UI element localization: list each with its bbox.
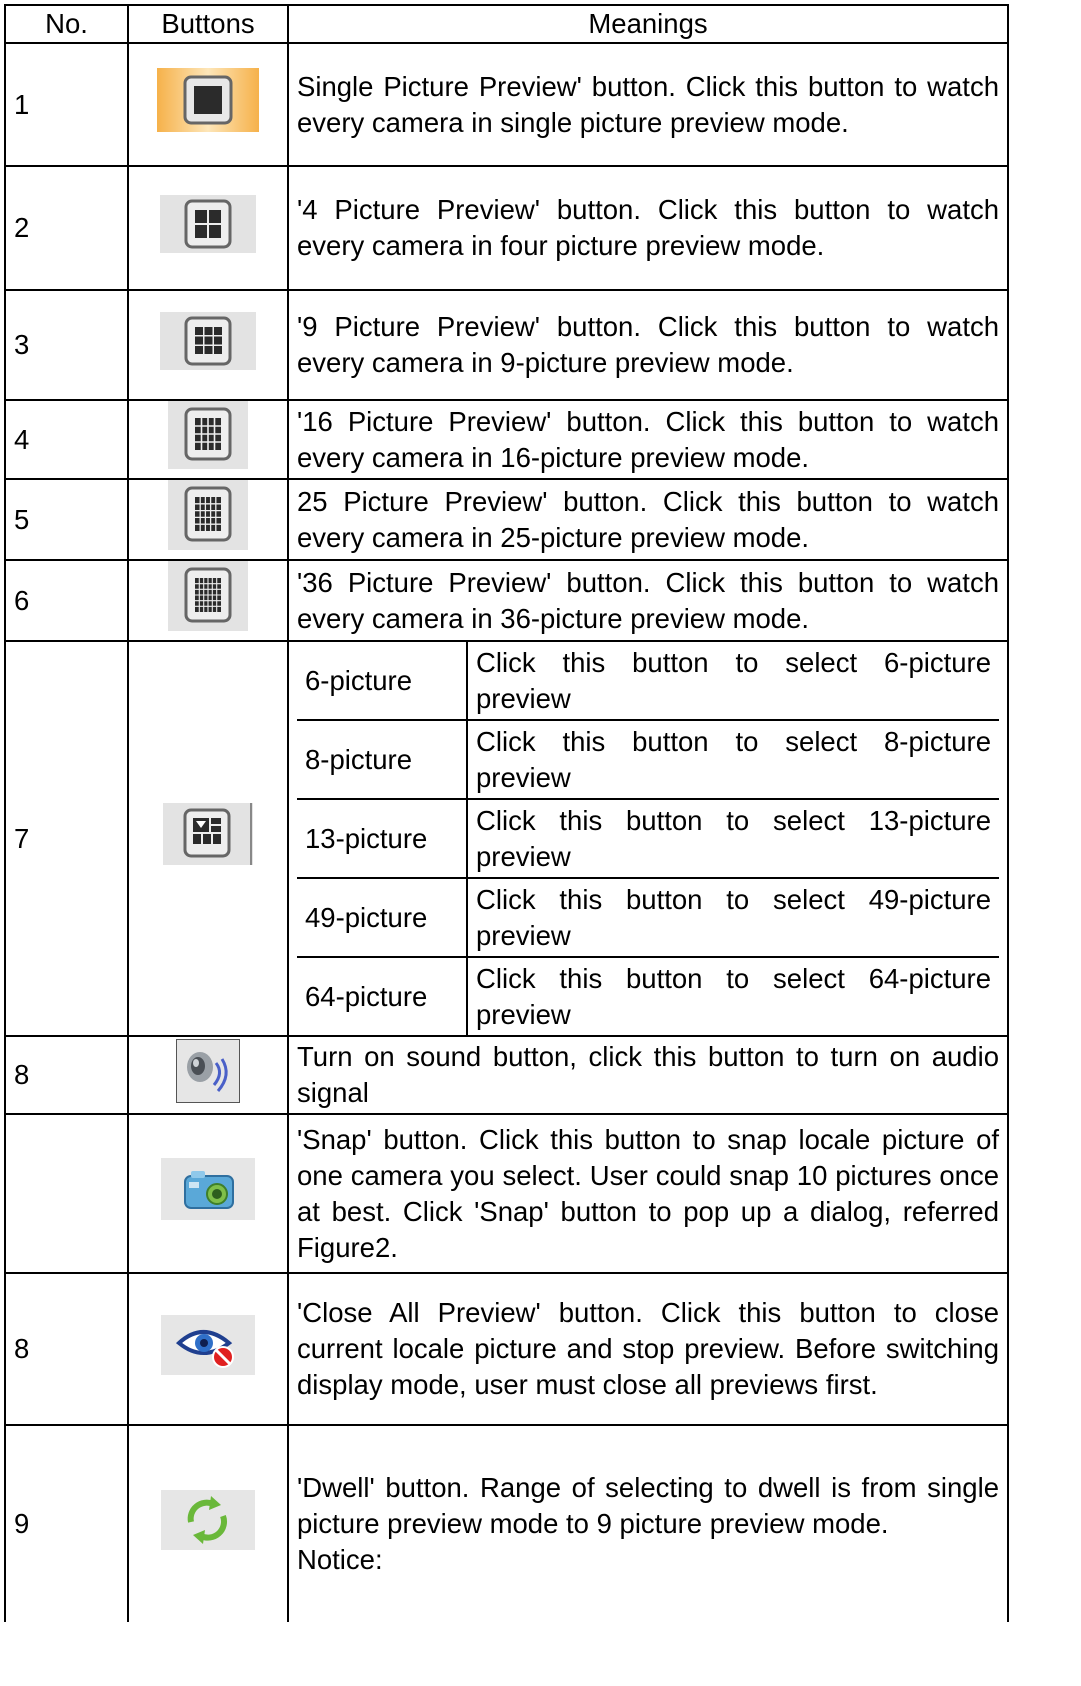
table-row: 9 'Dwell' button. Range of selecting to … [4,1424,1009,1622]
option-label: 49-picture [297,877,468,958]
header-no: No. [4,4,129,44]
sixteen-picture-preview-icon [168,401,248,478]
meaning-cell: 'Snap' button. Click this button to snap… [287,1113,1009,1274]
row-number: 8 [4,1272,129,1426]
table-row: 6 '36 Picture Preview' button. Click thi… [4,559,1009,642]
row-number: 7 [4,640,129,1037]
option-row: 8-picture Click this button to select 8-… [297,719,999,800]
button-cell [127,399,289,480]
meaning-cell: 'Dwell' button. Range of selecting to dw… [287,1424,1009,1622]
option-desc: Click this button to select 49-picture p… [466,877,999,958]
option-desc: Click this button to select 13-picture p… [466,798,999,879]
four-picture-preview-icon [160,194,256,262]
option-label: 13-picture [297,798,468,879]
header-meanings: Meanings [287,4,1009,44]
button-cell [127,289,289,401]
multi-picture-dropdown-icon [163,803,253,874]
option-label: 8-picture [297,719,468,800]
row-number: 6 [4,559,129,642]
snap-camera-icon [161,1158,255,1229]
meaning-cell: Turn on sound button, click this button … [287,1035,1009,1115]
option-desc: Click this button to select 64-picture p… [466,956,999,1035]
options-cell: 6-picture Click this button to select 6-… [287,640,1009,1037]
dwell-description: 'Dwell' button. Range of selecting to dw… [297,1472,999,1539]
option-row: 64-picture Click this button to select 6… [297,956,999,1035]
table-row: 'Snap' button. Click this button to snap… [4,1113,1009,1274]
meaning-cell: '4 Picture Preview' button. Click this b… [287,165,1009,291]
meaning-cell: Single Picture Preview' button. Click th… [287,42,1009,167]
row-number [4,1113,129,1274]
meaning-cell: 'Close All Preview' button. Click this b… [287,1272,1009,1426]
header-buttons: Buttons [127,4,289,44]
table-row: 7 6-picture Click this button to select … [4,640,1009,1037]
row-number: 9 [4,1424,129,1622]
sound-icon [175,1037,241,1112]
options-table: 6-picture Click this button to select 6-… [297,642,999,1035]
nine-picture-preview-icon [160,311,256,379]
button-cell [127,1424,289,1622]
option-desc: Click this button to select 8-picture pr… [466,719,999,800]
meaning-cell: 25 Picture Preview' button. Click this b… [287,478,1009,561]
option-desc: Click this button to select 6-picture pr… [466,642,999,721]
row-number: 2 [4,165,129,291]
button-cell [127,165,289,291]
option-label: 6-picture [297,642,468,721]
row-number: 3 [4,289,129,401]
table-row: 1 Single Picture Preview' button. Click … [4,42,1009,167]
button-cell [127,559,289,642]
button-cell [127,42,289,167]
option-row: 6-picture Click this button to select 6-… [297,642,999,721]
row-number: 4 [4,399,129,480]
option-label: 64-picture [297,956,468,1035]
meaning-cell: '16 Picture Preview' button. Click this … [287,399,1009,480]
single-picture-preview-icon [157,68,259,141]
dwell-icon [161,1489,255,1559]
row-number: 5 [4,478,129,561]
table-row: 8 Turn on sound button, click this butto… [4,1035,1009,1115]
row-number: 1 [4,42,129,167]
table-row: 8 'Close All Preview' button. Click this… [4,1272,1009,1426]
close-all-preview-icon [161,1314,255,1384]
button-cell [127,478,289,561]
option-row: 13-picture Click this button to select 1… [297,798,999,879]
table-row: 4 '16 Picture Preview' button. Click thi… [4,399,1009,480]
button-cell [127,1113,289,1274]
button-cell [127,1272,289,1426]
twentyfive-picture-preview-icon [168,480,248,559]
buttons-table: No. Buttons Meanings 1 Single Picture Pr… [4,4,1009,1622]
meaning-cell: '9 Picture Preview' button. Click this b… [287,289,1009,401]
row-number: 8 [4,1035,129,1115]
thirtysix-picture-preview-icon [168,561,248,640]
table-row: 3 '9 Picture Preview' button. Click this… [4,289,1009,401]
button-cell [127,640,289,1037]
button-cell [127,1035,289,1115]
table-row: 2 '4 Picture Preview' button. Click this… [4,165,1009,291]
table-row: 5 25 Picture Preview' button. Click this… [4,478,1009,561]
option-row: 49-picture Click this button to select 4… [297,877,999,958]
meaning-cell: '36 Picture Preview' button. Click this … [287,559,1009,642]
notice-label: Notice: [297,1544,383,1575]
table-header-row: No. Buttons Meanings [4,4,1009,44]
